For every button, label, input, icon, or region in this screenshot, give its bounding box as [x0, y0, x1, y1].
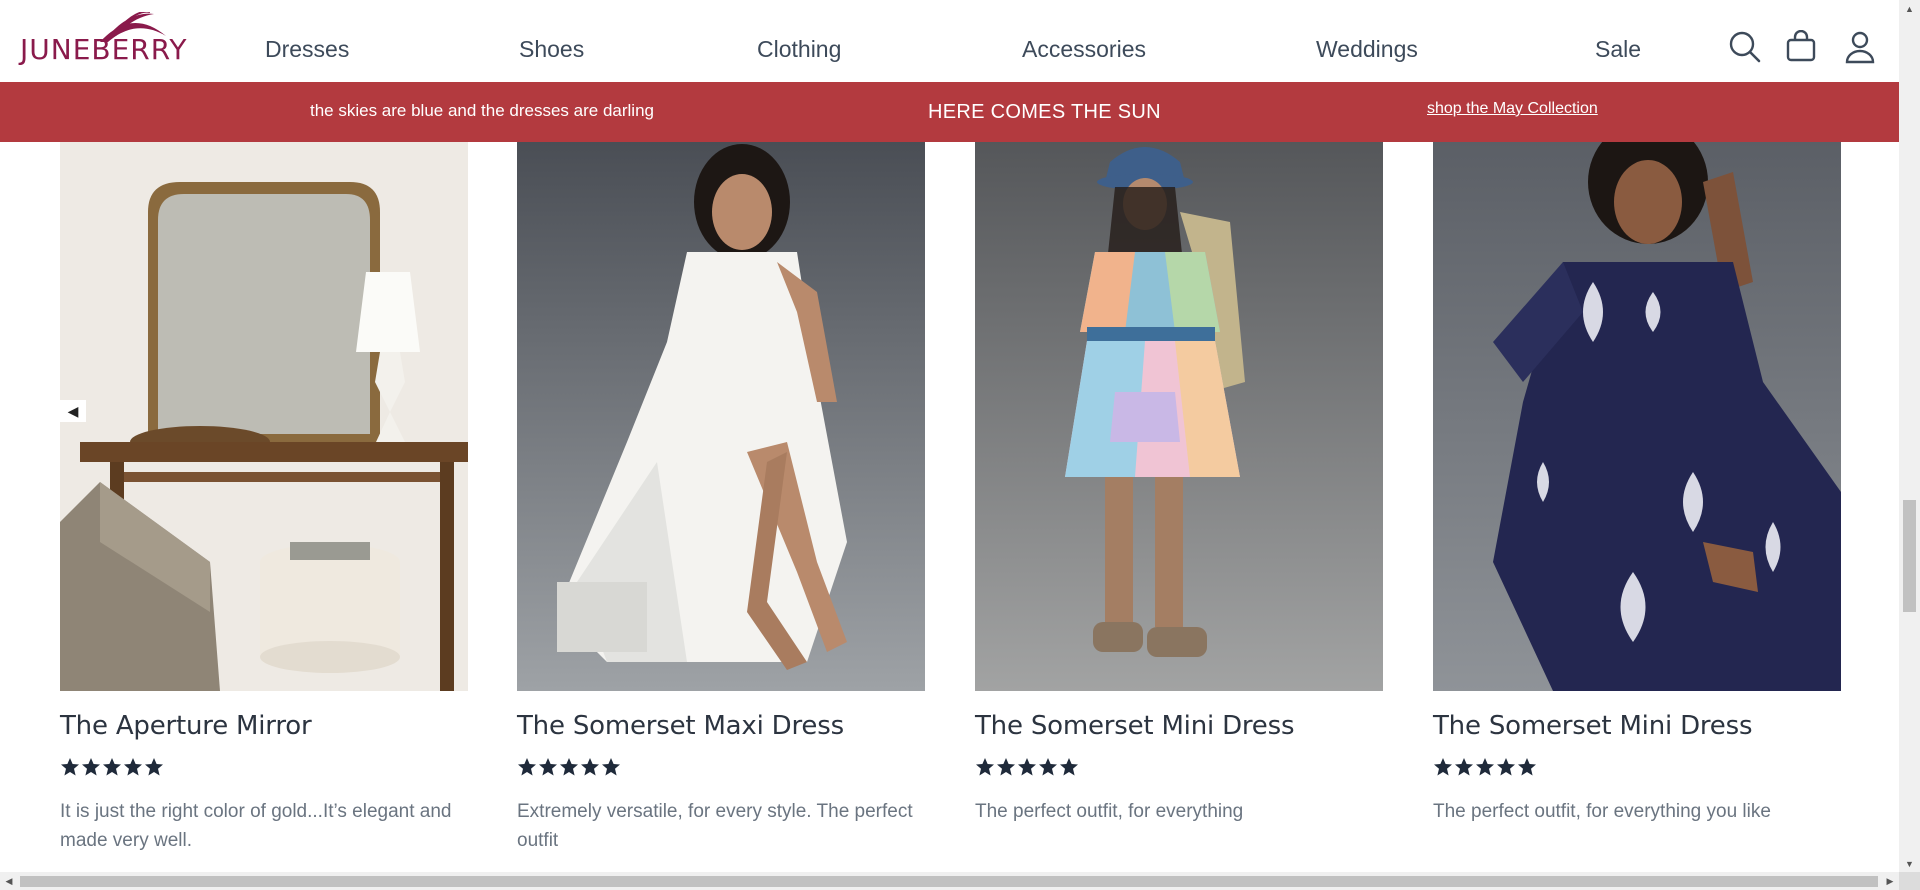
- nav-sale[interactable]: Sale: [1595, 36, 1641, 63]
- vertical-scroll-thumb[interactable]: [1903, 500, 1916, 612]
- star-icon: [1517, 757, 1537, 777]
- star-icon: [538, 757, 558, 777]
- site-header: JUNEBERRY Dresses Shoes Clothing Accesso…: [0, 0, 1899, 82]
- star-icon: [1433, 757, 1453, 777]
- carousel-prev-button[interactable]: ◀: [60, 400, 86, 422]
- promo-headline: HERE COMES THE SUN: [928, 101, 1161, 123]
- star-icon: [81, 757, 101, 777]
- main-nav: Dresses Shoes Clothing Accessories Weddi…: [0, 0, 1700, 82]
- promo-banner: the skies are blue and the dresses are d…: [0, 82, 1899, 142]
- nav-shoes[interactable]: Shoes: [519, 36, 584, 63]
- product-title[interactable]: The Aperture Mirror: [60, 711, 468, 741]
- scroll-right-arrow-icon[interactable]: ▶: [1881, 872, 1899, 890]
- star-icon: [1454, 757, 1474, 777]
- star-icon: [1475, 757, 1495, 777]
- nav-clothing[interactable]: Clothing: [757, 36, 841, 63]
- shopping-bag-icon[interactable]: [1784, 29, 1818, 64]
- horizontal-scroll-thumb[interactable]: [20, 876, 1878, 887]
- product-review: The perfect outfit, for everything you l…: [1433, 801, 1771, 822]
- star-icon: [559, 757, 579, 777]
- scrollbar-corner: [1899, 872, 1920, 890]
- maxi-dress-photo: [517, 142, 925, 691]
- rating-stars: [1433, 757, 1841, 777]
- product-image[interactable]: ◀: [60, 142, 468, 691]
- scroll-left-arrow-icon[interactable]: ◀: [0, 872, 18, 890]
- scroll-up-arrow-icon[interactable]: ▲: [1899, 0, 1920, 17]
- product-review: It is just the right color of gold...It’…: [60, 801, 452, 851]
- product-title[interactable]: The Somerset Maxi Dress: [517, 711, 925, 741]
- nav-accessories[interactable]: Accessories: [1022, 36, 1146, 63]
- search-icon[interactable]: [1728, 30, 1762, 64]
- star-icon: [580, 757, 600, 777]
- shop-collection-link[interactable]: shop the May Collection: [1427, 100, 1598, 118]
- nav-weddings[interactable]: Weddings: [1316, 36, 1418, 63]
- scroll-down-arrow-icon[interactable]: ▼: [1899, 855, 1920, 872]
- product-grid: ◀ The Aperture Mirror It is just the rig…: [0, 142, 1899, 872]
- promo-tagline: the skies are blue and the dresses are d…: [310, 101, 654, 120]
- rating-stars: [975, 757, 1383, 777]
- product-card: The Somerset Mini Dress The perfect outf…: [975, 142, 1383, 826]
- star-icon: [102, 757, 122, 777]
- navy-dress-photo: [1433, 142, 1841, 691]
- star-icon: [1496, 757, 1516, 777]
- product-card: The Somerset Maxi Dress Extremely versat…: [517, 142, 925, 855]
- star-icon: [144, 757, 164, 777]
- product-card: The Somerset Mini Dress The perfect outf…: [1433, 142, 1841, 826]
- star-icon: [1059, 757, 1079, 777]
- product-review: Extremely versatile, for every style. Th…: [517, 801, 913, 851]
- product-card: ◀ The Aperture Mirror It is just the rig…: [60, 142, 468, 855]
- horizontal-scrollbar[interactable]: ◀ ▶: [0, 872, 1899, 890]
- star-icon: [60, 757, 80, 777]
- mini-dress-photo: [975, 142, 1383, 691]
- product-image[interactable]: [517, 142, 925, 691]
- rating-stars: [60, 757, 468, 777]
- star-icon: [996, 757, 1016, 777]
- mirror-photo: [60, 142, 468, 691]
- star-icon: [1038, 757, 1058, 777]
- rating-stars: [517, 757, 925, 777]
- star-icon: [123, 757, 143, 777]
- product-title[interactable]: The Somerset Mini Dress: [1433, 711, 1841, 741]
- star-icon: [975, 757, 995, 777]
- product-image[interactable]: [975, 142, 1383, 691]
- star-icon: [601, 757, 621, 777]
- account-icon[interactable]: [1843, 30, 1877, 64]
- product-review: The perfect outfit, for everything: [975, 801, 1244, 822]
- nav-dresses[interactable]: Dresses: [265, 36, 349, 63]
- star-icon: [1017, 757, 1037, 777]
- star-icon: [517, 757, 537, 777]
- vertical-scrollbar[interactable]: ▲ ▼: [1899, 0, 1920, 872]
- product-image[interactable]: [1433, 142, 1841, 691]
- product-title[interactable]: The Somerset Mini Dress: [975, 711, 1383, 741]
